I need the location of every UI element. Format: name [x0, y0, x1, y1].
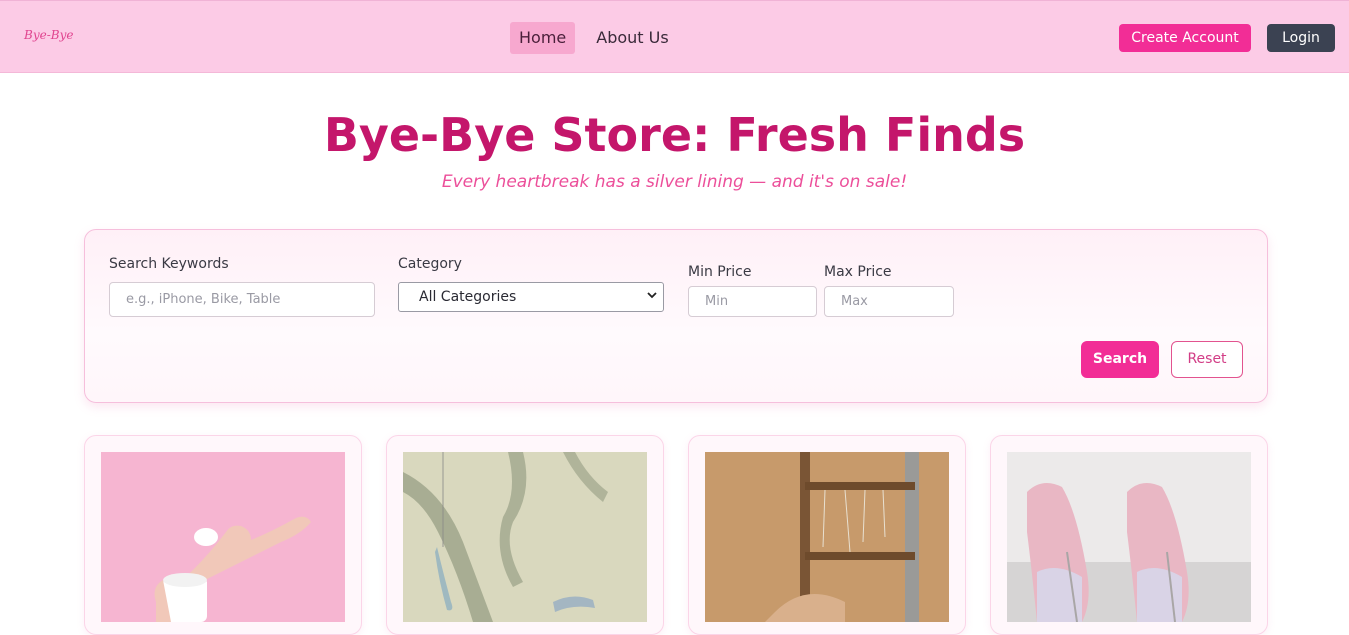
min-price-input[interactable]: Min — [688, 286, 817, 317]
keywords-label: Search Keywords — [109, 256, 229, 272]
min-price-label: Min Price — [688, 264, 752, 280]
top-navbar: Bye-Bye Home About Us Create Account Log… — [0, 0, 1349, 73]
nav-link-home[interactable]: Home — [510, 22, 576, 54]
product-card[interactable] — [84, 435, 362, 635]
site-logo[interactable]: Bye-Bye — [24, 28, 73, 42]
keywords-input[interactable]: e.g., iPhone, Bike, Table — [109, 282, 375, 317]
search-filter-panel: Search Keywords e.g., iPhone, Bike, Tabl… — [84, 229, 1268, 403]
nav-link-about-us[interactable]: About Us — [587, 22, 677, 54]
page-subtitle: Every heartbreak has a silver lining — a… — [441, 172, 908, 192]
nav-links: Home About Us — [510, 22, 678, 54]
product-image[interactable] — [1007, 452, 1251, 622]
max-price-input[interactable]: Max — [824, 286, 954, 317]
product-image[interactable] — [403, 452, 647, 622]
create-account-button[interactable]: Create Account — [1119, 24, 1251, 52]
reset-button[interactable]: Reset — [1171, 341, 1243, 378]
product-card[interactable] — [386, 435, 664, 635]
chevron-down-icon — [647, 292, 657, 299]
category-selected-value: All Categories — [419, 289, 517, 305]
category-label: Category — [398, 256, 462, 272]
product-image[interactable] — [101, 452, 345, 622]
page-title: Bye-Bye Store: Fresh Finds — [323, 108, 1026, 162]
login-button[interactable]: Login — [1267, 24, 1335, 52]
product-image[interactable] — [705, 452, 949, 622]
category-select[interactable]: All Categories — [398, 282, 664, 312]
max-price-label: Max Price — [824, 264, 892, 280]
search-button[interactable]: Search — [1081, 341, 1159, 378]
product-card[interactable] — [688, 435, 966, 635]
product-card[interactable] — [990, 435, 1268, 635]
